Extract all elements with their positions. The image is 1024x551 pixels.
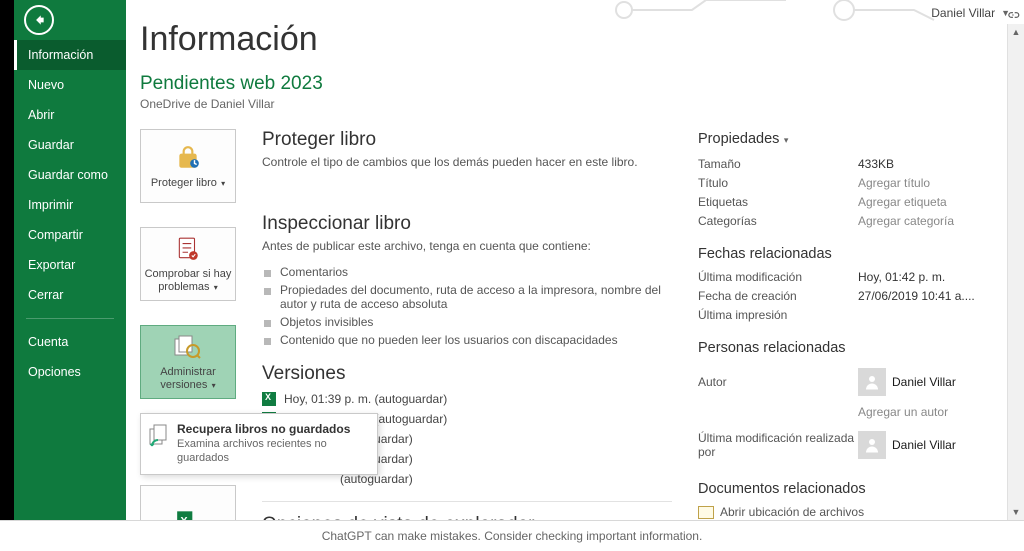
caret-down-icon: ▾ bbox=[212, 283, 218, 292]
vertical-scrollbar[interactable]: ▲ ▼ bbox=[1007, 24, 1024, 520]
protect-section-sub: Controle el tipo de cambios que los demá… bbox=[262, 155, 672, 169]
inspect-item: Objetos invisibles bbox=[262, 313, 672, 331]
sidebar-item-compartir[interactable]: Compartir bbox=[14, 220, 126, 250]
folder-icon bbox=[698, 506, 714, 519]
main-content: Información Pendientes web 2023 OneDrive… bbox=[126, 0, 1008, 520]
section-divider bbox=[262, 501, 672, 502]
sidebar-item-imprimir[interactable]: Imprimir bbox=[14, 190, 126, 220]
version-item[interactable]: Hoy, 01:39 p. m. (autoguardar) bbox=[262, 389, 672, 409]
sidebar-item-abrir[interactable]: Abrir bbox=[14, 100, 126, 130]
recover-unsaved-popup[interactable]: Recupera libros no guardados Examina arc… bbox=[140, 413, 378, 475]
popup-subtitle: Examina archivos recientes no guardados bbox=[177, 438, 369, 466]
host-rail: Daniel Villar bbox=[0, 0, 14, 551]
sidebar-item-informacion[interactable]: Información bbox=[14, 40, 126, 70]
versions-section-title: Versiones bbox=[262, 363, 672, 385]
inspect-tile-label-1: Comprobar si hay bbox=[145, 268, 232, 280]
sidebar-item-exportar[interactable]: Exportar bbox=[14, 250, 126, 280]
inspect-tile-label-2: problemas bbox=[158, 281, 209, 293]
protect-tile-label: Proteger libro bbox=[151, 177, 217, 189]
related-dates-header: Fechas relacionadas bbox=[698, 246, 998, 262]
app-window: Daniel Villar Daniel Villar ▼ Informació… bbox=[0, 0, 1024, 551]
footer-disclaimer: ChatGPT can make mistakes. Consider chec… bbox=[0, 520, 1024, 551]
prop-tags-key: Etiquetas bbox=[698, 195, 858, 209]
versions-icon bbox=[174, 332, 202, 362]
properties-column: Propiedades ▾ Tamaño433KB TítuloAgregar … bbox=[698, 129, 998, 520]
lock-icon bbox=[175, 143, 201, 173]
action-tiles-column: Proteger libro ▾ Comprobar si hayproblem… bbox=[140, 129, 236, 520]
prop-size-key: Tamaño bbox=[698, 157, 858, 171]
page-title: Información bbox=[140, 20, 998, 59]
caret-down-icon: ▾ bbox=[209, 381, 215, 390]
check-for-issues-button[interactable]: Comprobar si hayproblemas ▾ bbox=[140, 227, 236, 301]
back-button[interactable] bbox=[14, 0, 126, 40]
caret-down-icon: ▾ bbox=[781, 135, 788, 145]
inspect-item: Contenido que no pueden leer los usuario… bbox=[262, 331, 672, 349]
versions-tile-label-1: Administrar bbox=[160, 366, 216, 378]
prop-size-value: 433KB bbox=[858, 157, 894, 171]
properties-header[interactable]: Propiedades ▾ bbox=[698, 131, 998, 147]
inspect-list: Comentarios Propiedades del documento, r… bbox=[262, 263, 672, 349]
prop-categories-value[interactable]: Agregar categoría bbox=[858, 214, 954, 228]
sidebar-item-cerrar[interactable]: Cerrar bbox=[14, 280, 126, 310]
excel-globe-icon: X bbox=[175, 505, 201, 520]
protect-section-title: Proteger libro bbox=[262, 129, 672, 151]
prop-modified-value: Hoy, 01:42 p. m. bbox=[858, 270, 945, 284]
sidebar-item-cuenta[interactable]: Cuenta bbox=[14, 327, 126, 357]
sidebar-nav: Información Nuevo Abrir Guardar Guardar … bbox=[14, 40, 126, 310]
protect-workbook-button[interactable]: Proteger libro ▾ bbox=[140, 129, 236, 203]
backstage-sidebar: Información Nuevo Abrir Guardar Guardar … bbox=[14, 0, 126, 520]
prop-modified-key: Última modificación bbox=[698, 270, 858, 284]
open-file-location-link[interactable]: Abrir ubicación de archivos bbox=[698, 505, 998, 519]
document-name: Pendientes web 2023 bbox=[140, 73, 998, 95]
lastmodby-key: Última modificación realizada por bbox=[698, 431, 858, 459]
prop-categories-key: Categorías bbox=[698, 214, 858, 228]
inspect-section-title: Inspeccionar libro bbox=[262, 213, 672, 235]
checklist-icon bbox=[175, 234, 201, 264]
sidebar-nav-lower: Cuenta Opciones bbox=[14, 327, 126, 387]
documents-icon bbox=[149, 424, 171, 448]
scroll-down-icon[interactable]: ▼ bbox=[1008, 504, 1024, 520]
versions-tile-label-2: versiones bbox=[160, 379, 207, 391]
prop-title-key: Título bbox=[698, 176, 858, 190]
manage-versions-button[interactable]: Administrarversiones ▾ bbox=[140, 325, 236, 399]
browser-view-options-button[interactable]: X bbox=[140, 485, 236, 520]
caret-down-icon: ▾ bbox=[219, 179, 225, 188]
prop-tags-value[interactable]: Agregar etiqueta bbox=[858, 195, 947, 209]
popup-title: Recupera libros no guardados bbox=[177, 422, 369, 436]
author-person[interactable]: Daniel Villar bbox=[858, 368, 956, 396]
prop-created-value: 27/06/2019 10:41 a.... bbox=[858, 289, 975, 303]
sidebar-item-opciones[interactable]: Opciones bbox=[14, 357, 126, 387]
lastmodby-person[interactable]: Daniel Villar bbox=[858, 431, 956, 459]
related-docs-header: Documentos relacionados bbox=[698, 481, 998, 497]
add-author-link[interactable]: Agregar un autor bbox=[858, 405, 998, 419]
excel-file-icon bbox=[262, 392, 276, 406]
back-arrow-icon bbox=[24, 5, 54, 35]
sidebar-item-nuevo[interactable]: Nuevo bbox=[14, 70, 126, 100]
author-key: Autor bbox=[698, 375, 858, 389]
avatar-icon bbox=[858, 368, 886, 396]
related-people-header: Personas relacionadas bbox=[698, 340, 998, 356]
sidebar-item-guardar-como[interactable]: Guardar como bbox=[14, 160, 126, 190]
prop-title-value[interactable]: Agregar título bbox=[858, 176, 930, 190]
document-location: OneDrive de Daniel Villar bbox=[140, 97, 998, 111]
avatar-icon bbox=[858, 431, 886, 459]
scroll-up-icon[interactable]: ▲ bbox=[1008, 24, 1024, 40]
inspect-item: Comentarios bbox=[262, 263, 672, 281]
prop-created-key: Fecha de creación bbox=[698, 289, 858, 303]
link-icon bbox=[1006, 8, 1020, 22]
inspect-item: Propiedades del documento, ruta de acces… bbox=[262, 281, 672, 313]
sidebar-divider bbox=[26, 318, 114, 319]
sidebar-item-guardar[interactable]: Guardar bbox=[14, 130, 126, 160]
prop-lastprint-key: Última impresión bbox=[698, 308, 858, 322]
inspect-section-sub: Antes de publicar este archivo, tenga en… bbox=[262, 239, 672, 253]
